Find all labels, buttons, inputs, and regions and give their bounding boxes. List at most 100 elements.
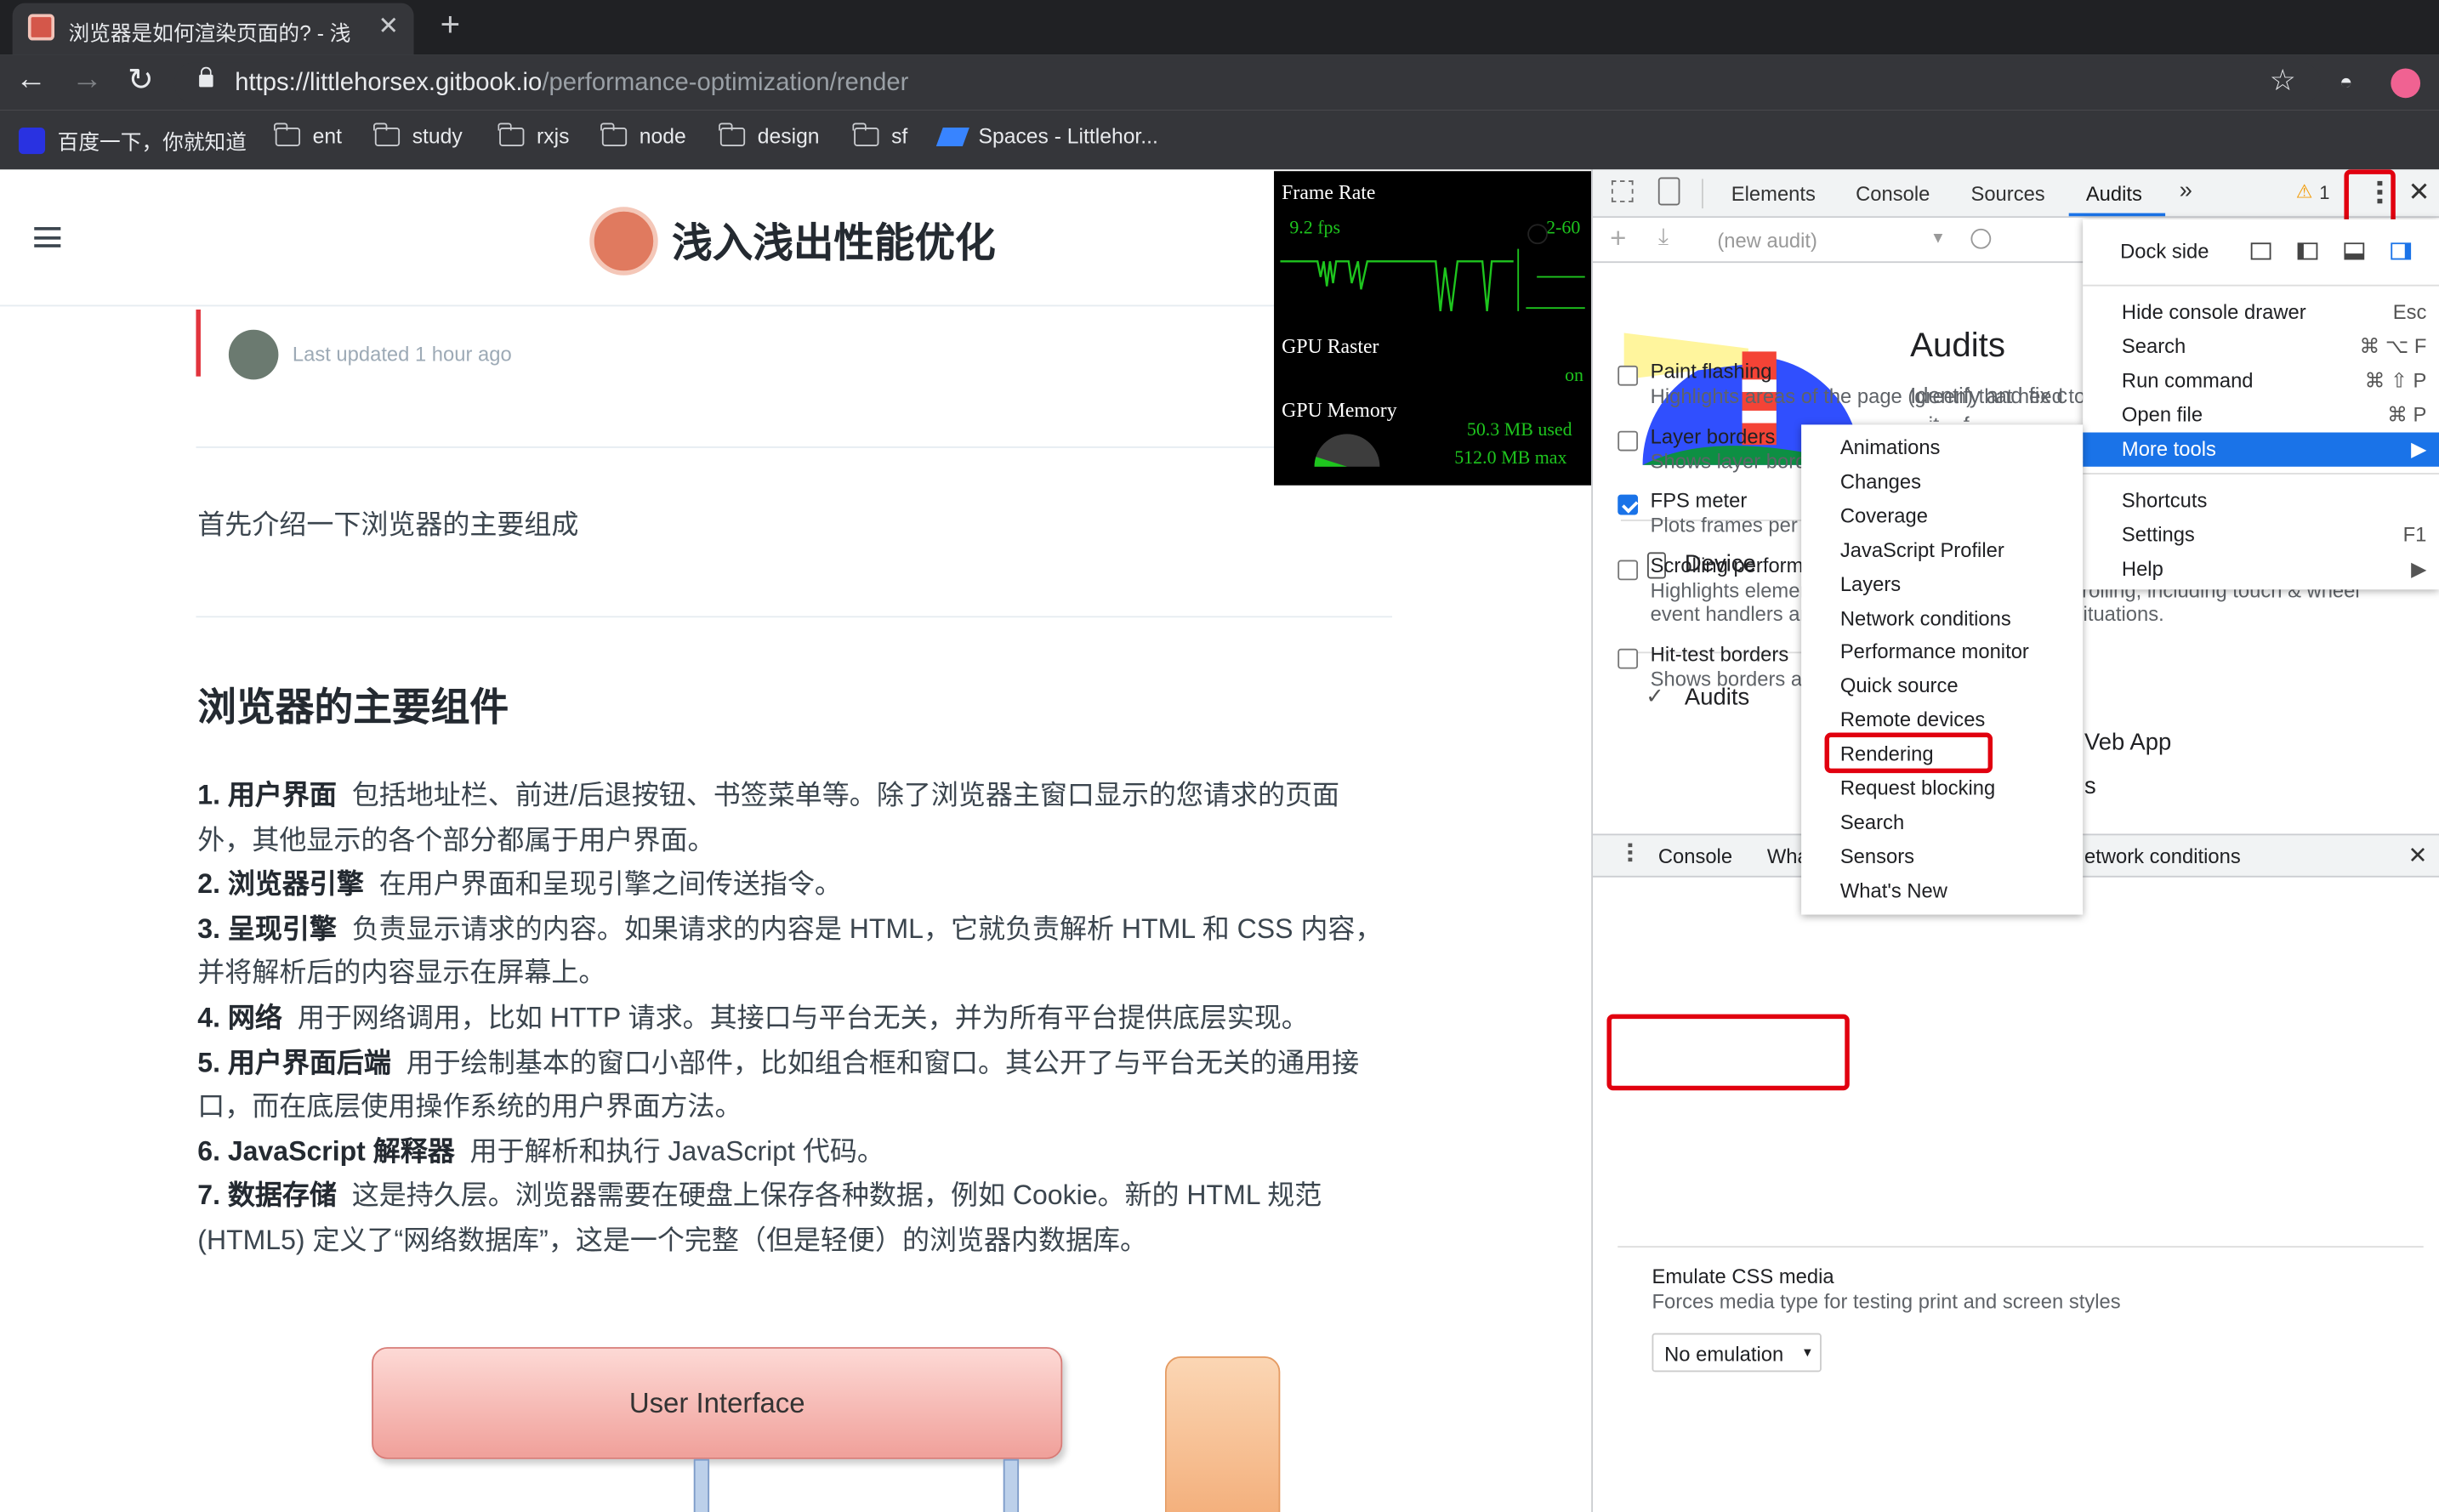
forward-icon[interactable]: → xyxy=(71,62,103,98)
folder-icon xyxy=(719,122,746,146)
bookmark-ent[interactable]: ent xyxy=(274,122,342,148)
bookmark-study[interactable]: study xyxy=(373,122,463,148)
more-tools-item-label: Sensors xyxy=(1839,844,1915,868)
menu-item-shortcut: Esc xyxy=(2392,300,2427,324)
site-title[interactable]: 浅入浅出性能优化 xyxy=(672,212,995,270)
more-tools-item-label: Remote devices xyxy=(1839,708,1986,732)
component-text: 包括地址栏、前进/后退按钮、书签菜单等。除了浏览器主窗口显示的您请求的页面 xyxy=(351,779,1339,811)
section-heading: 浏览器的主要组件 xyxy=(197,685,509,730)
more-tools-item[interactable]: Search xyxy=(1801,805,2083,839)
more-tools-item-label: Changes xyxy=(1839,469,1922,493)
close-tab-icon[interactable]: ✕ xyxy=(378,11,399,43)
gpu-memory-label: GPU Memory xyxy=(1282,398,1397,422)
checkbox[interactable] xyxy=(1617,365,1639,386)
emulate-title: Emulate CSS media xyxy=(1652,1265,1834,1288)
menu-item[interactable]: Help ▶ xyxy=(2083,552,2439,586)
more-tools-item[interactable]: What's New xyxy=(1801,873,2083,907)
reload-icon[interactable]: ↻ xyxy=(128,60,154,99)
more-tools-item[interactable]: Changes xyxy=(1801,465,2083,499)
folder-icon xyxy=(853,122,879,146)
close-drawer-icon[interactable]: ✕ xyxy=(2408,842,2427,869)
more-tools-item[interactable]: Request blocking xyxy=(1801,771,2083,805)
star-icon[interactable]: ☆ xyxy=(2270,64,2296,99)
bookmark-spaces[interactable]: Spaces - Littlehor... xyxy=(935,124,1158,148)
option-title[interactable]: Paint flashing xyxy=(1651,360,1772,383)
menu-item[interactable]: Hide console drawer Esc xyxy=(2083,296,2439,330)
site-logo[interactable] xyxy=(589,207,658,276)
component-label: 6. JavaScript 解释器 xyxy=(197,1134,455,1167)
option-title[interactable]: Layer borders xyxy=(1651,424,1776,447)
more-tools-item[interactable]: Performance monitor xyxy=(1801,635,2083,669)
menu-item-label: Run command xyxy=(2121,368,2254,392)
bookmark-baidu[interactable]: 百度一下，你就知道 xyxy=(18,124,247,156)
incognito-icon[interactable]: ◓ xyxy=(2340,68,2352,93)
menu-item[interactable]: Search ⌘ ⌥ F xyxy=(2083,330,2439,364)
intro-text: 首先介绍一下浏览器的主要组成 xyxy=(197,509,579,540)
component-text: 外，其他显示的各个部分都属于用户界面。 xyxy=(197,823,715,855)
more-tools-item[interactable]: Layers xyxy=(1801,567,2083,601)
url-text[interactable]: https://littlehorsex.gitbook.io/performa… xyxy=(235,70,908,98)
component-item: 外，其他显示的各个部分都属于用户界面。 xyxy=(197,817,714,861)
component-item: 口，而在底层使用操作系统的用户界面方法。 xyxy=(197,1084,742,1128)
more-tools-items: Animations Changes Coverage JavaScript Prof… xyxy=(1801,431,2083,913)
menu-item-label: Help xyxy=(2121,556,2163,581)
fps-range: 2-60 xyxy=(1546,216,1581,238)
menu-separator xyxy=(2083,473,2439,475)
component-text: 负责显示请求的内容。如果请求的内容是 HTML，它就负责解析 HTML 和 CS… xyxy=(351,912,1383,944)
checkbox[interactable] xyxy=(1617,430,1639,452)
menu-item-shortcut: ▶ xyxy=(2411,437,2427,461)
more-tools-item[interactable]: JavaScript Profiler xyxy=(1801,533,2083,567)
last-updated-text: Last updated 1 hour ago xyxy=(292,342,512,366)
diagram-arrow xyxy=(1003,1458,1020,1512)
component-item: 2. 浏览器引擎 在用户界面和呈现引擎之间传送指令。 xyxy=(197,862,842,907)
more-tools-item[interactable]: Coverage xyxy=(1801,499,2083,533)
checkbox[interactable] xyxy=(1617,494,1639,515)
more-tools-item[interactable]: Animations xyxy=(1801,431,2083,465)
diagram-user-interface: User Interface xyxy=(372,1347,1063,1459)
menu-item[interactable]: Shortcuts xyxy=(2083,484,2439,518)
new-tab-icon[interactable]: + xyxy=(441,4,461,45)
bookmark-design[interactable]: design xyxy=(719,122,820,148)
component-label: 5. 用户界面后端 xyxy=(197,1046,391,1077)
more-tools-item-label: Animations xyxy=(1839,435,1941,459)
diagram-box xyxy=(1164,1356,1281,1512)
checkbox[interactable] xyxy=(1617,648,1639,669)
component-item: (HTML5) 定义了“网络数据库”，这是一个完整（但是轻便）的浏览器内数据库。 xyxy=(197,1218,1147,1262)
bookmark-node[interactable]: node xyxy=(600,122,686,148)
more-tools-item-label: Performance monitor xyxy=(1839,639,2029,663)
more-tools-item[interactable]: Network conditions xyxy=(1801,601,2083,635)
option-title[interactable]: FPS meter xyxy=(1651,488,1748,511)
menu-item[interactable]: Settings F1 xyxy=(2083,518,2439,552)
more-tools-item-label: Search xyxy=(1839,810,1905,834)
back-icon[interactable]: ← xyxy=(15,62,47,98)
option-title[interactable]: Hit-test borders xyxy=(1651,642,1789,665)
menu-item[interactable]: Run command ⌘ ⇧ P xyxy=(2083,364,2439,398)
browser-tab[interactable]: 浏览器是如何渲染页面的? - 浅 ✕ xyxy=(12,3,414,55)
more-tools-item[interactable]: Quick source xyxy=(1801,669,2083,703)
component-label: 7. 数据存储 xyxy=(197,1179,337,1211)
component-label: 2. 浏览器引擎 xyxy=(197,868,364,900)
gpu-raster-status: on xyxy=(1565,364,1584,386)
highlight-box-rendering xyxy=(1824,732,1993,774)
menu-item-shortcut: F1 xyxy=(2402,522,2427,547)
updated-bar xyxy=(196,310,201,377)
drawer-menu-icon[interactable]: ⋯ xyxy=(1617,842,1642,864)
component-item: 3. 呈现引擎 负责显示请求的内容。如果请求的内容是 HTML，它就负责解析 H… xyxy=(197,907,1382,951)
menu-item[interactable]: More tools ▶ xyxy=(2083,432,2439,467)
bookmark-rxjs[interactable]: rxjs xyxy=(498,122,569,148)
menu-item-shortcut: ⌘ ⌥ F xyxy=(2359,334,2427,358)
component-text: 用于网络调用，比如 HTTP 请求。其接口与平台无关，并为所有平台提供底层实现。 xyxy=(297,1002,1309,1033)
more-tools-item[interactable]: Sensors xyxy=(1801,839,2083,873)
bookmarks-bar: 百度一下，你就知道 ent study rxjs node design sf … xyxy=(0,110,2439,170)
emulation-select[interactable]: No emulation ▼ xyxy=(1652,1333,1822,1373)
menu-item[interactable]: Open file ⌘ P xyxy=(2083,398,2439,432)
drawer-tab-console[interactable]: Console xyxy=(1658,844,1732,867)
checkbox[interactable] xyxy=(1617,560,1639,581)
chevron-down-icon: ▼ xyxy=(1801,1345,1814,1360)
emulation-select-value: No emulation xyxy=(1664,1342,1784,1367)
drawer-tab-network-conditions[interactable]: etwork conditions xyxy=(2084,844,2241,867)
profile-avatar[interactable] xyxy=(2391,68,2421,99)
emulate-description: Forces media type for testing print and … xyxy=(1652,1289,2121,1313)
bookmark-sf[interactable]: sf xyxy=(853,122,907,148)
frame-rate-label: Frame Rate xyxy=(1282,180,1376,204)
